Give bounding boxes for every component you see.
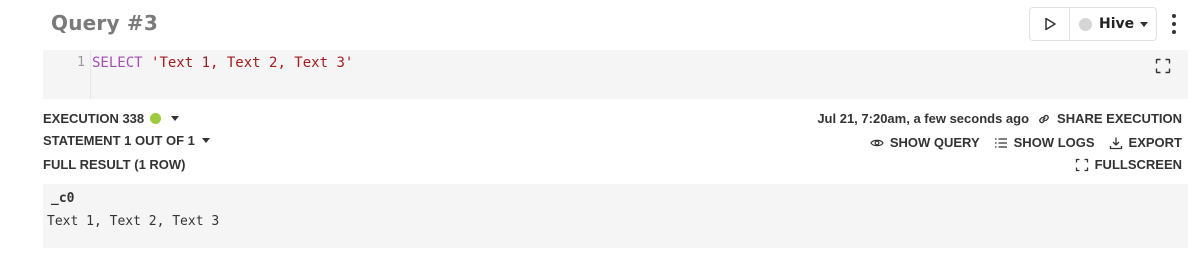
- show-query-button[interactable]: SHOW QUERY: [870, 135, 980, 150]
- show-logs-button[interactable]: SHOW LOGS: [994, 135, 1095, 150]
- play-icon: [1044, 17, 1056, 31]
- engine-selector[interactable]: Hive: [1070, 8, 1156, 40]
- result-table: _c0 Text 1, Text 2, Text 3: [43, 184, 1188, 248]
- show-logs-label: SHOW LOGS: [1013, 135, 1095, 150]
- execution-meta: Jul 21, 7:20am, a few seconds ago SHARE …: [817, 111, 1182, 126]
- sql-string: 'Text 1, Text 2, Text 3': [151, 55, 354, 71]
- full-result-label: FULL RESULT (1 ROW): [43, 157, 186, 172]
- full-result-label-row: FULL RESULT (1 ROW): [43, 157, 186, 172]
- show-query-label: SHOW QUERY: [889, 135, 980, 150]
- fullscreen-label: FULLSCREEN: [1094, 157, 1182, 172]
- run-button[interactable]: [1030, 8, 1070, 40]
- fullscreen-icon: [1075, 158, 1088, 171]
- export-label: EXPORT: [1128, 135, 1182, 150]
- execution-selector[interactable]: EXECUTION 338: [43, 111, 180, 126]
- code-editor[interactable]: 1 SELECT 'Text 1, Text 2, Text 3': [43, 50, 1188, 99]
- execution-label: EXECUTION 338: [43, 111, 145, 126]
- engine-label: Hive: [1099, 16, 1135, 32]
- fullscreen-button[interactable]: FULLSCREEN: [1075, 157, 1182, 172]
- chevron-down-icon: [201, 138, 210, 143]
- download-icon: [1109, 137, 1122, 149]
- export-button[interactable]: EXPORT: [1109, 135, 1182, 150]
- share-execution-label: SHARE EXECUTION: [1057, 111, 1182, 126]
- code-line[interactable]: SELECT 'Text 1, Text 2, Text 3': [92, 55, 353, 71]
- result-actions: SHOW QUERY SHOW LOGS EXPORT: [856, 135, 1182, 150]
- kebab-icon[interactable]: [1166, 12, 1182, 36]
- execution-status-dot: [150, 113, 162, 124]
- chevron-down-icon[interactable]: [171, 116, 180, 121]
- link-icon: [1039, 114, 1049, 123]
- column-header[interactable]: _c0: [51, 191, 74, 206]
- table-cell[interactable]: Text 1, Text 2, Text 3: [47, 214, 219, 229]
- share-execution-button[interactable]: SHARE EXECUTION: [1037, 111, 1182, 126]
- statement-label: STATEMENT 1 OUT OF 1: [43, 133, 195, 148]
- run-controls: Hive: [1029, 7, 1157, 41]
- sql-keyword: SELECT: [92, 55, 143, 71]
- list-icon: [994, 137, 1007, 148]
- statement-selector[interactable]: STATEMENT 1 OUT OF 1: [43, 133, 210, 148]
- expand-icon[interactable]: [1155, 58, 1171, 74]
- fullscreen-row: FULLSCREEN: [1061, 157, 1182, 172]
- chevron-down-icon: [1140, 21, 1149, 27]
- line-number: 1: [77, 55, 85, 70]
- query-title: Query #3: [51, 11, 158, 35]
- eye-icon: [870, 139, 884, 146]
- execution-timestamp: Jul 21, 7:20am, a few seconds ago: [817, 111, 1030, 126]
- engine-status-dot: [1079, 17, 1092, 31]
- editor-gutter: 1: [43, 50, 91, 99]
